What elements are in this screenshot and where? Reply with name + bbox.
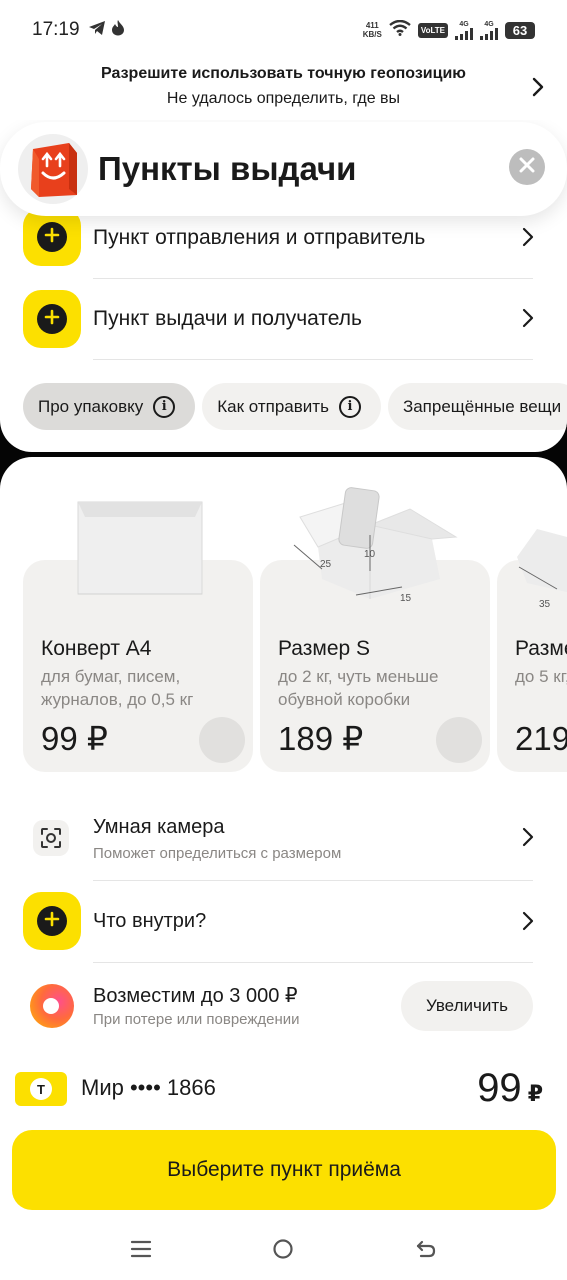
size-card-envelope[interactable]: Конверт А4 для бумаг, писем, журналов, д… (23, 487, 253, 772)
plus-icon (44, 911, 60, 932)
insurance-icon (30, 984, 74, 1028)
chevron-right-icon (522, 227, 534, 252)
size-description: до 2 кг, чуть меньше обувной коробки (278, 667, 439, 709)
route-to-row[interactable]: Пункт выдачи и получатель (0, 280, 567, 360)
payment-method: Мир •••• 1866 (81, 1075, 216, 1100)
box-s-image: 25 10 15 (293, 487, 458, 604)
sheet-header: Пункты выдачи (0, 122, 567, 216)
close-button[interactable] (509, 149, 545, 185)
chevron-right-icon (522, 911, 534, 936)
contents-label: Что внутри? (93, 910, 207, 932)
plus-icon (44, 309, 60, 330)
wifi-icon (389, 19, 411, 41)
divider (93, 359, 533, 360)
volte-badge: VoLTE (417, 22, 448, 38)
camera-scan-icon (33, 820, 69, 856)
signal-2-icon: 4G (480, 21, 498, 40)
size-price: 219 ₽ (515, 720, 567, 757)
geo-banner-title: Разрешите использовать точную геопозицию (101, 65, 466, 82)
insurance-title: Возместим до 3 000 ₽ (93, 985, 298, 1007)
smart-camera-row[interactable]: Умная камера Поможет определиться с разм… (0, 800, 567, 880)
dim-width: 15 (400, 593, 412, 604)
increase-button[interactable]: Увеличить (401, 981, 533, 1031)
route-to-label: Пункт выдачи и получатель (93, 307, 362, 330)
insurance-row: Возместим до 3 000 ₽ При потере или повр… (0, 965, 567, 1045)
signal-1-icon: 4G (455, 21, 473, 40)
delivery-box-logo (18, 134, 88, 204)
add-contents-button[interactable] (23, 892, 81, 950)
route-sheet: Пункты выдачи Пункт отправления и отправ… (0, 120, 567, 452)
smart-camera-title: Умная камера (93, 816, 225, 838)
chip-prohibited-items[interactable]: Запрещённые вещи (387, 383, 567, 430)
nav-back-button[interactable] (406, 1231, 446, 1271)
telegram-icon (88, 20, 106, 41)
size-select-radio[interactable] (436, 717, 482, 763)
size-price: 189 ₽ (278, 720, 364, 757)
payment-row[interactable]: Т Мир •••• 1866 99 ₽ (0, 1058, 567, 1118)
size-name: Размер M (515, 637, 567, 660)
size-description: до 5 кг, обувная коробка (515, 667, 567, 686)
size-select-radio[interactable] (199, 717, 245, 763)
info-icon: i (338, 395, 361, 418)
divider (93, 278, 533, 279)
status-time: 17:19 (32, 19, 80, 40)
battery-indicator: 63 (505, 21, 535, 39)
geo-banner-subtitle: Не удалось определить, где вы (166, 90, 401, 107)
chevron-right-icon (531, 76, 545, 103)
divider (93, 880, 533, 881)
bank-card-icon: Т (15, 1072, 67, 1106)
page-title: Пункты выдачи (98, 150, 357, 187)
plus-icon (44, 227, 60, 248)
size-cards: Конверт А4 для бумаг, писем, журналов, д… (23, 487, 567, 772)
nav-home-button[interactable] (263, 1231, 303, 1271)
net-speed: 411 KB/S (362, 21, 382, 39)
nav-menu-button[interactable] (121, 1231, 161, 1271)
flame-icon (111, 19, 125, 41)
size-price: 99 ₽ (41, 720, 108, 757)
contents-row[interactable]: Что внутри? (0, 882, 567, 962)
insurance-subtitle: При потере или повреждении (93, 1011, 300, 1028)
close-icon (519, 157, 535, 178)
add-sender-button[interactable] (23, 208, 81, 266)
divider (93, 962, 533, 963)
smart-camera-subtitle: Поможет определиться с размером (93, 845, 342, 862)
info-icon: i (153, 395, 176, 418)
chip-how-to-send[interactable]: Как отправить i (202, 383, 381, 430)
back-icon (415, 1239, 437, 1264)
add-recipient-button[interactable] (23, 290, 81, 348)
home-circle-icon (272, 1238, 294, 1265)
size-name: Конверт А4 (41, 637, 152, 660)
chevron-right-icon (522, 827, 534, 852)
size-description: для бумаг, писем, журналов, до 0,5 кг (41, 667, 194, 709)
dim-depth: 25 (320, 559, 332, 570)
size-name: Размер S (278, 637, 371, 660)
dim-depth: 35 (539, 599, 551, 607)
size-card-s[interactable]: 25 10 15 Размер S до 2 кг, чуть меньше о… (260, 487, 490, 772)
info-chips: Про упаковку i Как отправить i Запрещённ… (23, 383, 567, 430)
menu-icon (130, 1239, 152, 1264)
geolocation-banner[interactable]: Разрешите использовать точную геопозицию… (0, 60, 567, 120)
status-bar: 17:19 411 KB/S VoLTE 4G 4G 63 (0, 0, 567, 60)
box-m-image: 35 (517, 529, 567, 607)
select-pickup-point-button[interactable]: Выберите пункт приёма (12, 1130, 556, 1210)
chevron-right-icon (522, 308, 534, 333)
total-price: 99 ₽ (477, 1066, 543, 1110)
chip-packaging[interactable]: Про упаковку i (23, 383, 196, 430)
size-card-m[interactable]: 35 Размер M до 5 кг, обувная коробка 219… (497, 487, 567, 772)
route-from-label: Пункт отправления и отправитель (93, 226, 426, 249)
system-nav-bar (0, 1222, 567, 1280)
envelope-image (77, 501, 203, 595)
dim-height: 10 (364, 549, 376, 560)
